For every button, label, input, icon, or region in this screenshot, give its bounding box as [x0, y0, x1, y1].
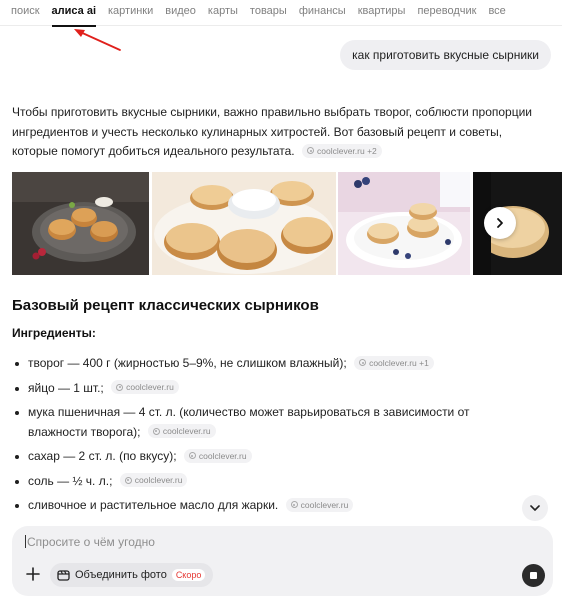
source-chip[interactable]: coolclever.ru	[111, 380, 179, 394]
stop-button[interactable]	[522, 564, 545, 587]
answer-intro: Чтобы приготовить вкусные сырники, важно…	[12, 103, 542, 162]
tab-video[interactable]: видео	[165, 0, 196, 26]
ingredients-list: творог — 400 г (жирностью 5–9%, не слишк…	[12, 354, 532, 516]
red-arrow-annotation	[74, 29, 121, 51]
tab-alice-ai[interactable]: алиса ai	[51, 0, 97, 27]
source-chip[interactable]: coolclever.ru	[119, 473, 188, 487]
user-message-bubble: как приготовить вкусные сырники	[340, 40, 551, 70]
source-favicon-icon	[290, 501, 298, 508]
source-chip[interactable]: coolclever.ru	[147, 424, 216, 438]
tab-goods[interactable]: товары	[250, 0, 287, 26]
image-gallery	[12, 172, 562, 275]
tab-images[interactable]: картинки	[108, 0, 153, 26]
tab-translator[interactable]: переводчик	[417, 0, 476, 26]
gallery-image-3[interactable]	[338, 172, 470, 275]
tab-search[interactable]: поиск	[11, 0, 40, 26]
text-caret	[25, 535, 26, 548]
soon-badge: Скоро	[171, 569, 206, 581]
chat-composer: Спросите о чём угодно Объединить фото Ск…	[12, 526, 553, 596]
source-chip[interactable]: coolclever.ru +2	[302, 143, 382, 158]
source-chip[interactable]: coolclever.ru	[183, 448, 252, 463]
gallery-next-button[interactable]	[484, 207, 516, 239]
source-favicon-icon	[188, 452, 196, 459]
source-favicon-icon	[116, 383, 124, 391]
recipe-title: Базовый рецепт классических сырников	[12, 297, 319, 314]
tab-all[interactable]: все	[488, 0, 505, 26]
tab-maps[interactable]: карты	[208, 0, 238, 26]
prompt-input[interactable]: Спросите о чём угодно	[25, 535, 155, 549]
scroll-down-button[interactable]	[522, 495, 548, 521]
stop-icon	[530, 572, 537, 579]
search-tabs: поиск алиса ai картинки видео карты това…	[0, 0, 562, 27]
chevron-down-icon	[530, 505, 540, 511]
list-item: сахар — 2 ст. л. (по вкусу); coolclever.…	[12, 447, 532, 467]
source-favicon-icon	[307, 147, 314, 154]
answer-intro-text: Чтобы приготовить вкусные сырники, важно…	[12, 105, 533, 158]
list-item: творог — 400 г (жирностью 5–9%, не слишк…	[12, 354, 532, 374]
combine-photo-button[interactable]: Объединить фото Скоро	[50, 563, 214, 587]
list-item: сливочное и растительное масло для жарки…	[12, 496, 532, 516]
list-item: яйцо — 1 шт.; coolclever.ru	[12, 379, 532, 399]
combine-photo-label: Объединить фото	[75, 569, 167, 581]
source-favicon-icon	[124, 476, 132, 484]
source-favicon-icon	[359, 359, 367, 366]
gallery-image-1[interactable]	[12, 172, 149, 275]
tab-finance[interactable]: финансы	[299, 0, 346, 26]
list-item: соль — ½ ч. л.; coolclever.ru	[12, 472, 532, 492]
chevron-right-icon	[497, 218, 503, 228]
source-chip[interactable]: coolclever.ru	[285, 497, 354, 512]
tab-apartments[interactable]: квартиры	[358, 0, 406, 26]
source-favicon-icon	[152, 427, 160, 435]
plus-icon[interactable]	[23, 564, 43, 584]
source-chip[interactable]: coolclever.ru +1	[354, 355, 434, 370]
photo-combine-icon	[57, 570, 70, 581]
gallery-image-2[interactable]	[152, 172, 336, 275]
ingredients-heading: Ингредиенты:	[12, 326, 96, 340]
list-item: мука пшеничная — 4 ст. л. (количество мо…	[12, 403, 532, 442]
